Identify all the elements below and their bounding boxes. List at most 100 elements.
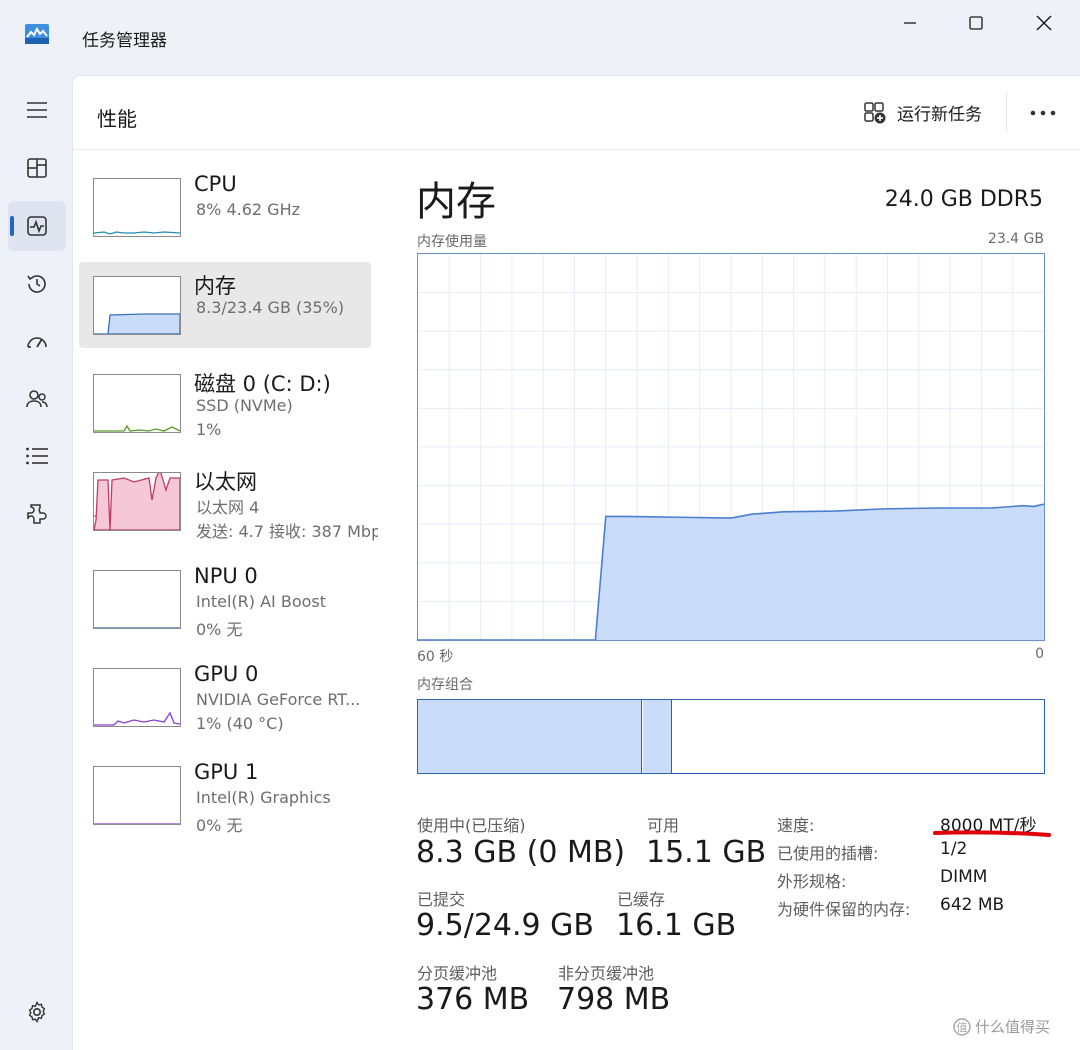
hardware-reserved-key: 为硬件保留的内存: <box>777 900 911 919</box>
usage-graph-label: 内存使用量 <box>417 234 487 250</box>
nav-item-users[interactable] <box>8 374 66 424</box>
graph-time-left: 60 秒 <box>417 649 454 665</box>
in-use-value: 8.3 GB (0 MB) <box>416 835 626 870</box>
more-icon <box>1030 110 1056 116</box>
nav-item-performance[interactable] <box>8 201 66 251</box>
watermark-text: 什么值得买 <box>975 1018 1051 1036</box>
device-name: GPU 1 <box>194 760 259 784</box>
run-new-task-label: 运行新任务 <box>897 105 982 125</box>
slots-used-value: 1/2 <box>940 839 968 859</box>
committed-value: 9.5/24.9 GB <box>416 908 594 943</box>
device-detail-line1: 8% 4.62 GHz <box>196 200 301 219</box>
device-detail-line1: Intel(R) Graphics <box>196 788 331 807</box>
device-sparkline <box>94 823 180 824</box>
device-thumbnail <box>93 668 181 727</box>
nav-item-details[interactable] <box>8 431 66 481</box>
available-value: 15.1 GB <box>646 835 767 870</box>
device-thumbnail <box>93 276 181 335</box>
device-name: NPU 0 <box>194 564 258 588</box>
nav-item-settings[interactable] <box>8 987 66 1037</box>
device-thumbnail <box>93 178 181 237</box>
processes-icon <box>27 158 47 178</box>
maximize-icon <box>969 16 983 30</box>
device-sparkline <box>94 313 180 334</box>
nonpaged-pool-value: 798 MB <box>557 982 671 1017</box>
users-icon <box>26 390 48 408</box>
gear-icon <box>28 1001 46 1023</box>
watermark-logo-icon: 值 <box>953 1017 971 1036</box>
device-thumbnail <box>93 570 181 629</box>
maximize-button[interactable] <box>946 6 1006 40</box>
device-name: 磁盘 0 (C: D:) <box>194 372 331 396</box>
device-thumbnail <box>93 472 181 531</box>
device-detail-line2: 0% 无 <box>196 620 243 639</box>
minimize-icon <box>904 22 916 24</box>
form-factor-key: 外形规格: <box>777 872 847 891</box>
device-detail-line2: 发送: 4.7 接收: 387 Mbps <box>196 522 378 541</box>
device-detail-line2: 1% (40 °C) <box>196 714 284 733</box>
close-button[interactable] <box>1014 6 1074 40</box>
more-options-button[interactable] <box>1023 98 1063 128</box>
hamburger-icon <box>27 102 47 118</box>
available-label: 可用 <box>647 816 680 835</box>
nav-item-services[interactable] <box>8 489 66 539</box>
in-use-label: 使用中(已压缩) <box>417 816 526 835</box>
performance-icon <box>27 216 47 236</box>
memory-spec: 24.0 GB DDR5 <box>884 187 1043 212</box>
header-separator <box>73 149 1080 150</box>
device-thumbnail <box>93 766 181 825</box>
device-sparkline <box>94 473 180 530</box>
device-detail-line1: 以太网 4 <box>196 498 260 517</box>
run-new-task-button[interactable]: 运行新任务 <box>863 100 982 125</box>
speed-underline-annotation <box>933 830 1051 837</box>
memory-usage-graph <box>417 253 1045 641</box>
hardware-reserved-value: 642 MB <box>940 895 1005 915</box>
history-icon <box>27 275 46 293</box>
nav-item-processes[interactable] <box>8 143 66 193</box>
header-divider <box>1006 92 1007 132</box>
cached-value: 16.1 GB <box>616 908 737 943</box>
cached-label: 已缓存 <box>617 890 666 909</box>
nav-menu-button[interactable] <box>8 85 66 135</box>
title-bar[interactable]: 任务管理器 <box>0 0 1080 72</box>
minimize-button[interactable] <box>880 6 940 40</box>
page-title: 性能 <box>97 107 137 131</box>
device-sparkline <box>94 424 180 432</box>
device-detail-line1: SSD (NVMe) <box>196 396 293 415</box>
slots-used-key: 已使用的插槽: <box>777 844 879 863</box>
nonpaged-pool-label: 非分页缓冲池 <box>558 964 655 983</box>
paged-pool-value: 376 MB <box>416 982 530 1017</box>
content-panel: 性能 运行新任务 CPU 8% 4.62 GHz 内存 8.3/23.4 GB … <box>72 75 1080 1050</box>
device-item-4[interactable]: NPU 0 Intel(R) AI Boost 0% 无 <box>79 556 371 642</box>
task-manager-app-icon <box>25 24 49 44</box>
nav-item-startup-apps[interactable] <box>8 317 66 367</box>
device-item-5[interactable]: GPU 0 NVIDIA GeForce RT... 1% (40 °C) <box>79 654 371 740</box>
device-item-3[interactable]: 以太网 以太网 4 发送: 4.7 接收: 387 Mbps <box>79 458 378 544</box>
svg-text:值: 值 <box>957 1021 968 1034</box>
memory-composition-bar[interactable] <box>417 699 1045 774</box>
memory-usage-chart <box>418 254 1045 641</box>
device-detail-line1: Intel(R) AI Boost <box>196 592 327 611</box>
window-title: 任务管理器 <box>82 31 167 51</box>
form-factor-value: DIMM <box>940 867 988 887</box>
nav-item-app-history[interactable] <box>8 259 66 309</box>
services-icon <box>27 504 47 524</box>
memory-title: 内存 <box>416 179 496 225</box>
task-manager-window: 任务管理器 性能 运行新任务 CPU 8% 4.62 GHz 内存 8.3/23… <box>0 0 1080 1050</box>
device-name: GPU 0 <box>194 662 259 686</box>
device-detail-line1: 8.3/23.4 GB (35%) <box>196 298 345 317</box>
device-detail-line2: 0% 无 <box>196 816 243 835</box>
composition-in-use[interactable] <box>418 700 643 773</box>
device-name: 内存 <box>194 274 236 298</box>
device-item-1[interactable]: 内存 8.3/23.4 GB (35%) <box>79 262 371 348</box>
device-item-2[interactable]: 磁盘 0 (C: D:) SSD (NVMe) 1% <box>79 360 371 446</box>
device-item-0[interactable]: CPU 8% 4.62 GHz <box>79 164 371 250</box>
composition-label: 内存组合 <box>417 677 473 693</box>
device-detail-line2: 1% <box>196 420 222 439</box>
device-name: CPU <box>194 172 237 196</box>
usage-graph-max: 23.4 GB <box>987 231 1044 247</box>
device-sparkline <box>94 231 180 235</box>
device-thumbnail <box>93 374 181 433</box>
composition-modified[interactable] <box>642 700 673 773</box>
device-item-6[interactable]: GPU 1 Intel(R) Graphics 0% 无 <box>79 752 371 838</box>
